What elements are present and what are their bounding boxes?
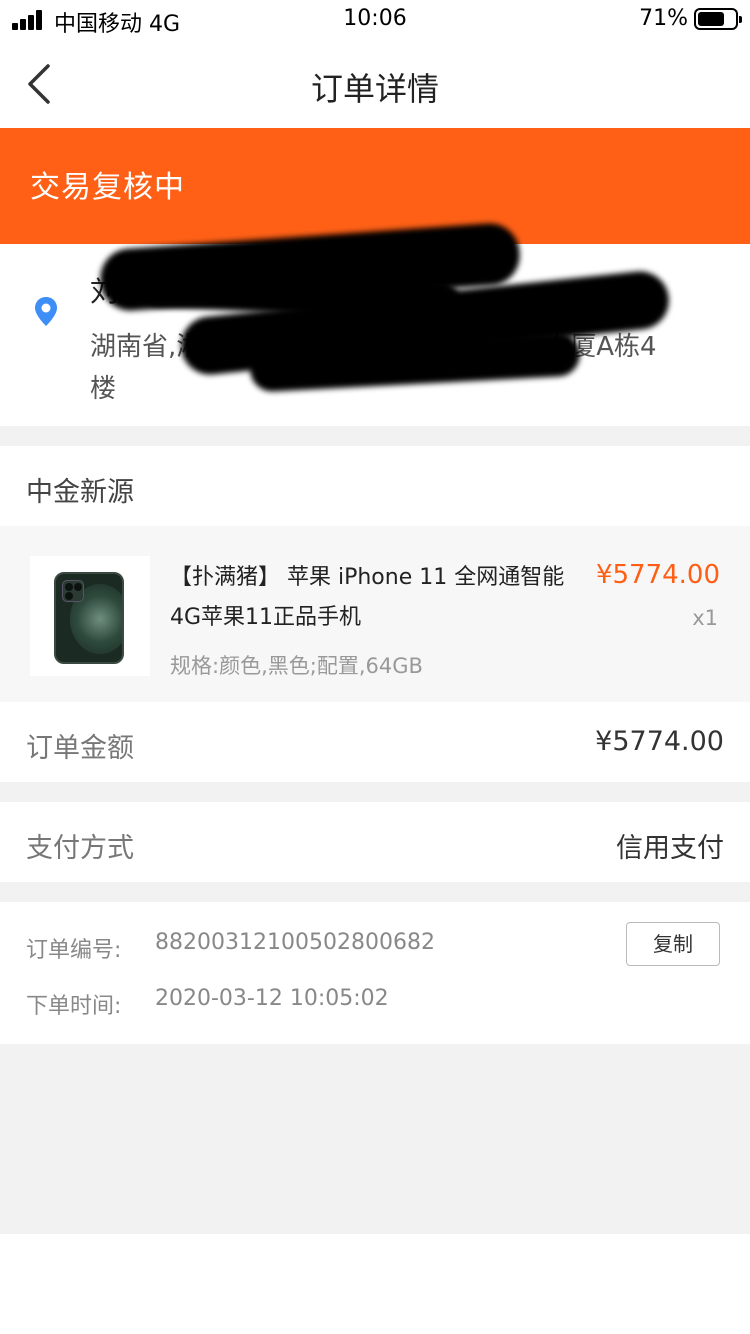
address-part-3: 楼 bbox=[90, 374, 117, 404]
product-item[interactable]: 【扑满猪】 苹果 iPhone 11 全网通智能4G苹果11正品手机 规格:颜色… bbox=[0, 526, 750, 702]
order-status-text: 交易复核中 bbox=[30, 170, 185, 205]
order-time-label: 下单时间: bbox=[26, 994, 122, 1019]
product-price: ¥5774.00 bbox=[595, 560, 720, 590]
status-time: 10:06 bbox=[343, 6, 407, 31]
location-pin-icon bbox=[34, 296, 58, 328]
copy-order-number-button[interactable]: 复制 bbox=[626, 922, 720, 966]
order-status-banner: 交易复核中 bbox=[0, 128, 750, 244]
payment-method-value: 信用支付 bbox=[616, 833, 724, 864]
product-image bbox=[30, 556, 150, 676]
payment-method-row: 支付方式 信用支付 bbox=[0, 802, 750, 882]
order-time: 2020-03-12 10:05:02 bbox=[155, 986, 389, 1011]
order-amount-label: 订单金额 bbox=[26, 733, 134, 764]
battery-percent: 71% bbox=[639, 6, 688, 31]
shop-header[interactable]: 中金新源 bbox=[0, 446, 750, 526]
order-number: 88200312100502800682 bbox=[155, 930, 435, 955]
status-bar: 中国移动 4G 10:06 71% bbox=[0, 0, 750, 40]
order-detail-page: 中国移动 4G 10:06 71% 订单详情 交易复核中 刘139 bbox=[0, 0, 750, 1334]
iphone-image bbox=[54, 572, 124, 664]
order-number-label: 订单编号: bbox=[26, 938, 122, 963]
order-info: 订单编号: 88200312100502800682 下单时间: 2020-03… bbox=[0, 902, 750, 1044]
page-title: 订单详情 bbox=[310, 70, 439, 108]
section-divider bbox=[0, 426, 750, 446]
payment-method-label: 支付方式 bbox=[26, 833, 134, 864]
battery-icon bbox=[694, 8, 742, 30]
order-amount-row: 订单金额 ¥5774.00 bbox=[0, 702, 750, 782]
section-divider bbox=[0, 882, 750, 902]
shop-name: 中金新源 bbox=[26, 477, 134, 508]
nav-bar: 订单详情 bbox=[0, 40, 750, 128]
shipping-address[interactable]: 刘139 湖南省,湘潭市大厦A栋4 楼 bbox=[0, 221, 750, 426]
order-amount-value: ¥5774.00 bbox=[595, 726, 724, 757]
section-divider bbox=[0, 782, 750, 802]
product-quantity: x1 bbox=[692, 606, 718, 630]
product-title: 【扑满猪】 苹果 iPhone 11 全网通智能4G苹果11正品手机 bbox=[170, 565, 565, 630]
empty-area bbox=[0, 1044, 750, 1234]
product-spec: 规格:颜色,黑色;配置,64GB bbox=[170, 654, 423, 678]
